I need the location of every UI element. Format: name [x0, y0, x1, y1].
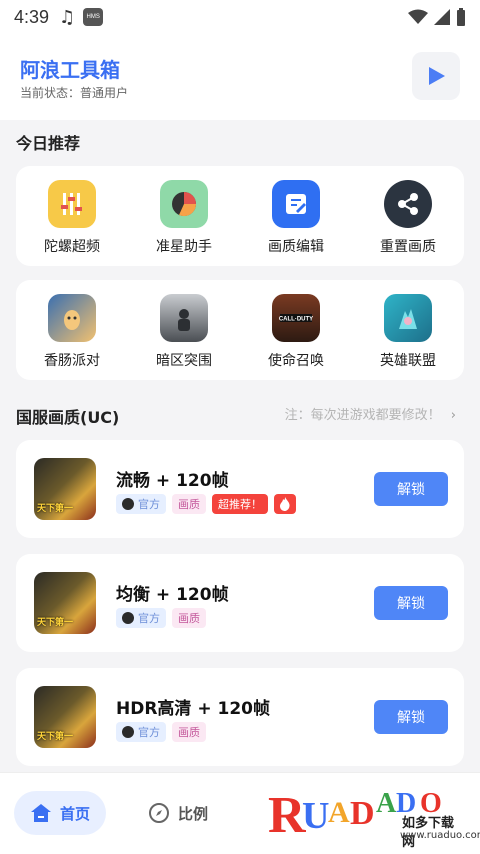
pubg-thumbnail: 天下第一 — [34, 572, 96, 634]
nav-home-label: 首页 — [59, 804, 90, 823]
tag-official-label: 官方 — [138, 612, 160, 625]
watermark-url: www.ruaduo.com — [400, 830, 480, 841]
status-time: 4:39 — [14, 6, 50, 27]
sausage-party-icon — [48, 294, 96, 342]
svg-text:U: U — [302, 795, 329, 837]
tag-official: 官方 — [116, 608, 166, 628]
signal-icon — [434, 9, 450, 25]
uc-section-title: 国服画质(UC) — [16, 408, 120, 427]
tool-reset-quality[interactable]: 重置画质 — [358, 180, 458, 256]
game-league-of-legends[interactable]: 英雄联盟 — [358, 294, 458, 370]
wifi-icon — [408, 9, 428, 24]
thumb-text: 天下第一 — [37, 618, 74, 628]
tag-official-label: 官方 — [138, 726, 160, 739]
tag-official: 官方 — [116, 722, 166, 742]
watermark-logo: R U A D A D O 如多下载网 www.ruaduo.com — [266, 772, 480, 854]
league-of-legends-icon — [384, 294, 432, 342]
thumb-text: 天下第一 — [37, 504, 74, 514]
uc-note[interactable]: 注：每次进游戏都要修改！ › — [285, 404, 456, 423]
tools-card: 陀螺超频 准星助手 画质编辑 重置画质 — [16, 166, 464, 266]
preset-tags: 官方 画质 — [116, 722, 206, 742]
hms-icon: HMS — [83, 8, 104, 26]
official-logo-icon — [122, 612, 134, 624]
nav-ratio-tab[interactable]: 比例 — [148, 791, 208, 835]
tool-quality-editor[interactable]: 画质编辑 — [246, 180, 346, 256]
tag-recommended: 超推荐！ — [212, 494, 268, 514]
games-card: 香肠派对 暗区突围 CALL·DUTY 使命召唤 英雄联盟 — [16, 280, 464, 380]
nav-home-tab[interactable]: 首页 — [14, 791, 106, 835]
official-logo-icon — [122, 726, 134, 738]
tool-label: 准星助手 — [156, 239, 212, 255]
pubg-thumbnail: 天下第一 — [34, 686, 96, 748]
game-sausage-party[interactable]: 香肠派对 — [22, 294, 122, 370]
chevron-right-icon: › — [450, 408, 456, 423]
app-header: 阿浪工具箱 当前状态：普通用户 — [0, 34, 480, 120]
tool-label: 画质编辑 — [268, 239, 324, 255]
pie-chart-icon — [160, 180, 208, 228]
nav-ratio-label: 比例 — [178, 804, 209, 823]
fire-icon — [274, 494, 296, 514]
battery-icon — [457, 8, 465, 26]
preset-card-hdr: 天下第一 HDR高清 + 120帧 官方 画质 解锁 — [16, 668, 464, 766]
today-title: 今日推荐 — [16, 134, 81, 153]
unlock-button[interactable]: 解锁 — [374, 700, 448, 734]
game-label: 英雄联盟 — [380, 353, 436, 369]
preset-title: 均衡 + 120帧 — [116, 585, 229, 605]
preset-tags: 官方 画质 — [116, 608, 206, 628]
svg-text:A: A — [328, 796, 350, 829]
edit-doc-icon — [272, 180, 320, 228]
game-call-of-duty[interactable]: CALL·DUTY 使命召唤 — [246, 294, 346, 370]
tool-label: 重置画质 — [380, 239, 436, 255]
compass-icon — [149, 803, 169, 823]
unlock-button[interactable]: 解锁 — [374, 472, 448, 506]
uc-note-text: 注：每次进游戏都要修改！ — [284, 408, 441, 423]
status-bar: 4:39 ♫ HMS — [0, 0, 480, 34]
game-arena-breakout[interactable]: 暗区突围 — [134, 294, 234, 370]
svg-text:CALL·DUTY: CALL·DUTY — [279, 317, 313, 323]
preset-title: 流畅 + 120帧 — [116, 471, 229, 491]
tag-quality: 画质 — [172, 494, 206, 514]
official-logo-icon — [122, 498, 134, 510]
svg-text:A: A — [376, 788, 397, 819]
arena-breakout-icon — [160, 294, 208, 342]
play-icon — [429, 67, 445, 85]
tool-crosshair-helper[interactable]: 准星助手 — [134, 180, 234, 256]
sliders-icon — [48, 180, 96, 228]
preset-card-balanced: 天下第一 均衡 + 120帧 官方 画质 解锁 — [16, 554, 464, 652]
game-label: 香肠派对 — [44, 353, 100, 369]
game-label: 使命召唤 — [268, 353, 324, 369]
pubg-thumbnail: 天下第一 — [34, 458, 96, 520]
game-label: 暗区突围 — [156, 353, 212, 369]
thumb-text: 天下第一 — [37, 732, 74, 742]
home-icon — [30, 804, 51, 822]
preset-tags: 官方 画质 超推荐！ — [116, 494, 296, 514]
user-status: 当前状态：普通用户 — [20, 86, 129, 100]
svg-text:D: D — [350, 795, 375, 832]
app-title: 阿浪工具箱 — [20, 58, 120, 82]
music-note-icon: ♫ — [59, 6, 76, 28]
preset-card-smooth: 天下第一 流畅 + 120帧 官方 画质 超推荐！ 解锁 — [16, 440, 464, 538]
tool-gyro-overclock[interactable]: 陀螺超频 — [22, 180, 122, 256]
call-of-duty-icon: CALL·DUTY — [272, 294, 320, 342]
preset-title: HDR高清 + 120帧 — [116, 699, 270, 719]
share-icon — [384, 180, 432, 228]
tag-official-label: 官方 — [138, 498, 160, 511]
tag-quality: 画质 — [172, 608, 206, 628]
tag-quality: 画质 — [172, 722, 206, 742]
play-button[interactable] — [412, 52, 460, 100]
tag-official: 官方 — [116, 494, 166, 514]
unlock-button[interactable]: 解锁 — [374, 586, 448, 620]
tool-label: 陀螺超频 — [44, 239, 100, 255]
